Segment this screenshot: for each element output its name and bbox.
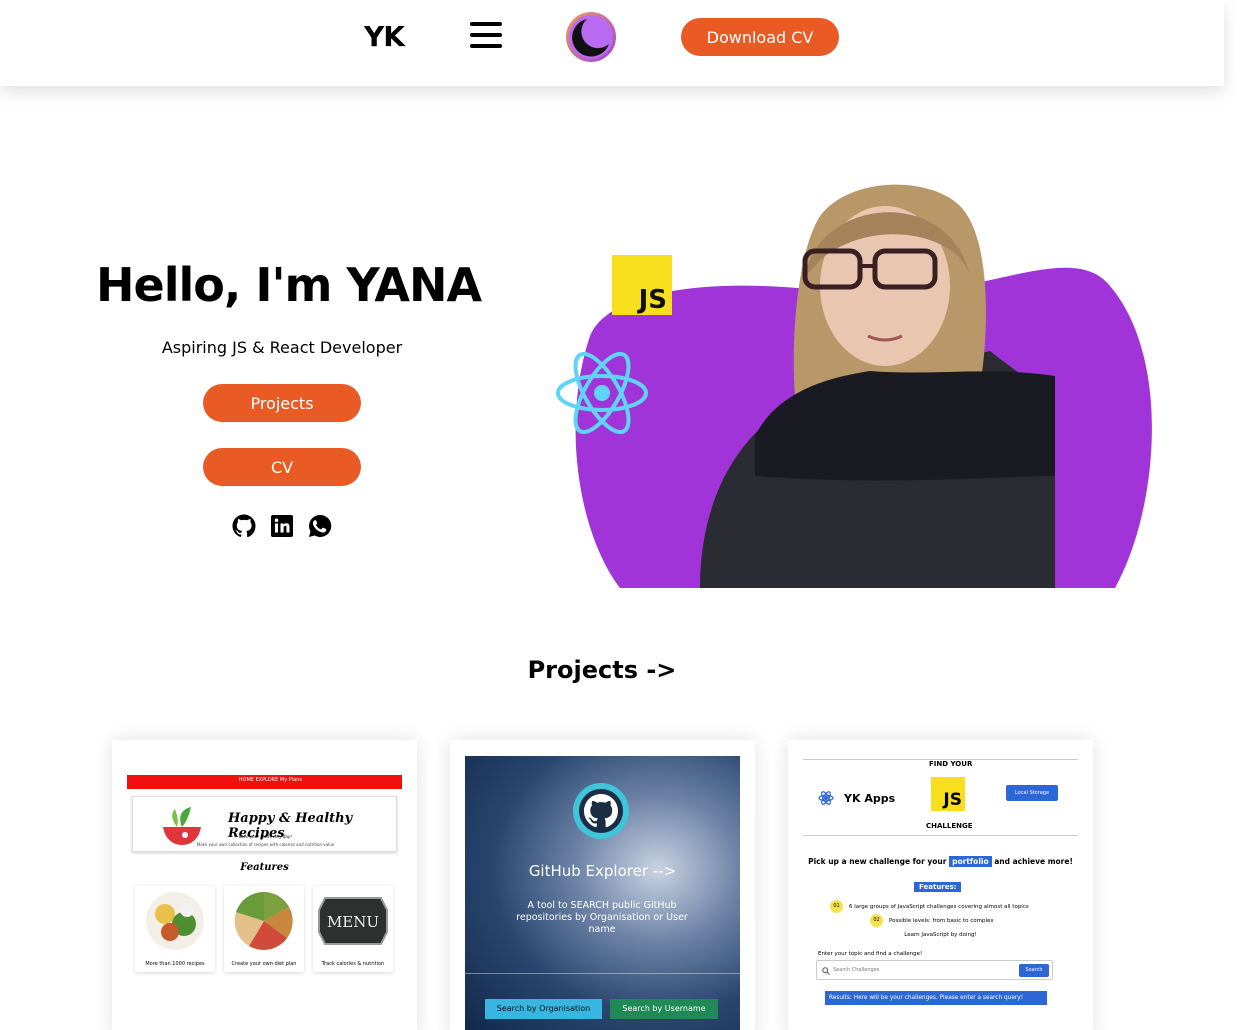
recipes-feature-item: Create your own diet plan <box>224 886 304 972</box>
feature-row: 01 6 large groups of JavaScript challeng… <box>830 900 1029 913</box>
tagline-start: Pick up a new challenge for your <box>808 857 947 866</box>
menu-sign-text: MENU <box>326 913 380 931</box>
search-by-username-button: Search by Username <box>610 999 718 1019</box>
js-icon-label: JS <box>943 790 962 810</box>
divider <box>803 759 1078 760</box>
feature-text: 6 large groups of JavaScript challenges … <box>849 903 1029 910</box>
search-placeholder: Search Challenges <box>833 967 880 973</box>
github-logo-icon <box>573 783 629 839</box>
react-icon <box>818 791 834 805</box>
challenge-label: CHALLENGE <box>926 822 973 830</box>
local-storage-button: Local Storage <box>1006 785 1058 801</box>
challenge-tagline: Pick up a new challenge for your portfol… <box>788 856 1093 867</box>
recipes-banner-tagline: Love your food every day! <box>239 834 292 839</box>
search-button: Search <box>1019 964 1049 977</box>
recipes-feature-caption: More than 1000 recipes <box>145 961 205 967</box>
find-your-label: FIND YOUR <box>929 760 973 768</box>
recipes-feature-caption: Track calories & nutrition <box>321 961 385 967</box>
recipes-features-heading: Features <box>240 862 289 873</box>
linkedin-icon[interactable] <box>270 514 294 538</box>
project-card-js-challenge[interactable]: FIND YOUR YK Apps JS CHALLENGE Local Sto… <box>788 740 1093 1030</box>
feature-number: 01 <box>830 900 843 913</box>
search-by-organisation-button: Search by Organisation <box>485 999 602 1019</box>
project-card-recipes[interactable]: HOME EXPLORE My Plans Happy & Healthy Re… <box>112 740 417 1030</box>
social-links <box>232 514 332 538</box>
divider <box>803 835 1078 836</box>
project-card-github-explorer[interactable]: GitHub Explorer --> A tool to SEARCH pub… <box>450 740 755 1030</box>
site-logo[interactable]: YK <box>364 20 405 53</box>
github-explorer-description: A tool to SEARCH public GitHub repositor… <box>516 900 688 935</box>
cv-button[interactable]: CV <box>203 448 361 486</box>
yk-apps-brand: YK Apps <box>818 790 895 806</box>
hero-illustration: JS <box>550 176 1170 596</box>
whatsapp-icon[interactable] <box>308 514 332 538</box>
download-cv-button[interactable]: Download CV <box>681 18 839 56</box>
feature-number: 02 <box>870 914 883 927</box>
tagline-end: and achieve more! <box>994 857 1073 866</box>
recipes-banner: Happy & Healthy Recipes Love your food e… <box>132 796 397 852</box>
features-badge: Features: <box>914 882 962 892</box>
projects-section-title: Projects -> <box>527 656 677 684</box>
moon-icon[interactable] <box>565 11 617 63</box>
recipes-navbar: HOME EXPLORE My Plans <box>127 775 402 789</box>
github-explorer-title: GitHub Explorer --> <box>528 862 677 880</box>
projects-button[interactable]: Projects <box>203 384 361 422</box>
feature-text: Possible levels: from basic to complex <box>889 917 994 924</box>
js-badge-label: JS <box>637 285 667 315</box>
yk-apps-label: YK Apps <box>844 791 896 805</box>
divider <box>465 973 740 974</box>
recipes-banner-description: Make your own collection of recipes with… <box>196 842 335 847</box>
results-banner: Results: Here will be your challenges. P… <box>825 991 1047 1005</box>
bowl-icon <box>163 807 201 845</box>
recipes-feature-item: More than 1000 recipes <box>135 886 215 972</box>
github-icon[interactable] <box>232 514 256 538</box>
feature-row: 02 Possible levels: from basic to comple… <box>870 914 994 927</box>
learn-js-text: Learn JavaScript by doing! <box>904 932 977 938</box>
tagline-highlight: portfolio <box>949 856 992 867</box>
recipes-feature-caption: Create your own diet plan <box>231 961 297 967</box>
recipes-feature-item: MENU Track calories & nutrition <box>313 886 393 972</box>
hero-title: Hello, I'm YANA <box>96 258 482 312</box>
top-navbar: YK Download CV <box>0 0 1224 86</box>
hero-subtitle: Aspiring JS & React Developer <box>161 338 403 357</box>
hamburger-menu-icon[interactable] <box>470 22 502 52</box>
recipes-nav-links: HOME EXPLORE My Plans <box>238 777 302 783</box>
search-prompt: Enter your topic and find a challenge! <box>818 951 923 957</box>
js-icon: JS <box>931 777 965 811</box>
search-icon <box>822 967 830 975</box>
challenge-search-field: Search Challenges Search <box>816 960 1053 980</box>
